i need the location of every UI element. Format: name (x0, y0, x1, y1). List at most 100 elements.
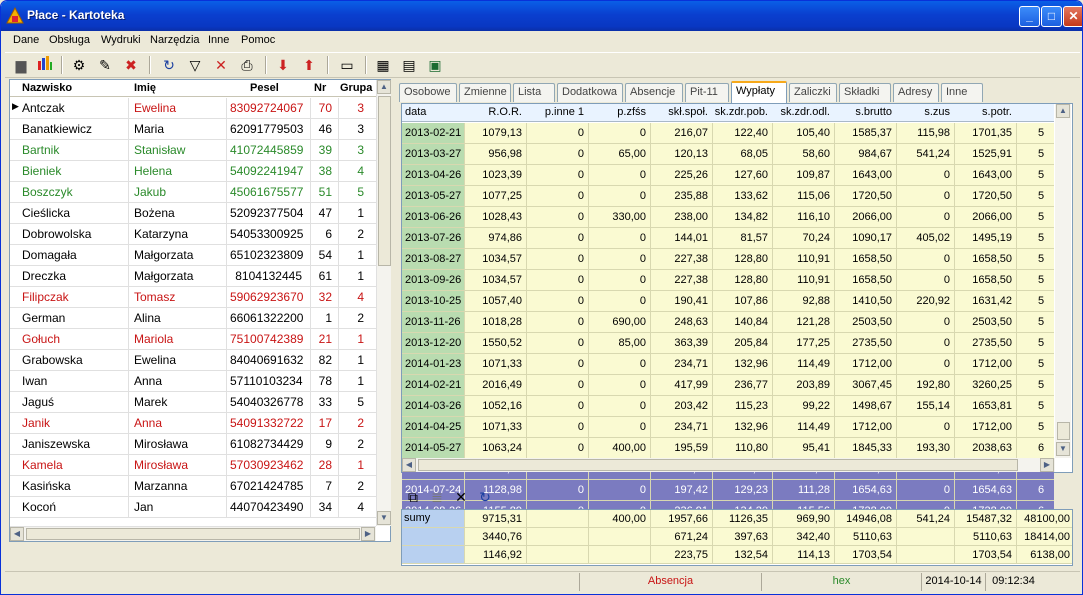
table-row[interactable]: Bieniek Helena 54092241947 38 4 (10, 161, 376, 182)
col-header[interactable]: p.zfśs (588, 106, 646, 118)
tab-8[interactable]: Składki (839, 83, 891, 102)
folder-icon[interactable]: ▆ (11, 55, 31, 75)
cancel-icon[interactable]: ✕ (211, 55, 231, 75)
col-imie[interactable]: Imię (134, 82, 156, 94)
edit-icon[interactable]: ✎ (95, 55, 115, 75)
tab-1[interactable]: Zmienne (459, 83, 511, 102)
menu-dane[interactable]: Dane (13, 34, 39, 46)
tab-9[interactable]: Adresy (893, 83, 939, 102)
table-row[interactable]: Gołuch Mariola 75100742389 21 1 (10, 329, 376, 350)
table-row[interactable]: Antczak Ewelina 83092724067 70 3 ▶ (10, 98, 376, 119)
tab-5[interactable]: Pit-11 (685, 83, 729, 102)
table-row[interactable]: Dreczka Małgorzata 8104132445 61 1 (10, 266, 376, 287)
close-button[interactable]: ✕ (1063, 6, 1082, 27)
table-row[interactable]: Janik Anna 54091332722 17 2 (10, 413, 376, 434)
col-header[interactable]: R.O.R. (464, 106, 522, 118)
scroll-down-button[interactable]: ▼ (1056, 442, 1070, 456)
table-row[interactable]: Jaguś Marek 54040326778 33 5 (10, 392, 376, 413)
scroll-right-button[interactable]: ▶ (361, 527, 375, 541)
scroll-thumb[interactable] (26, 528, 360, 540)
list-icon[interactable]: ≣ (427, 487, 447, 507)
print-icon[interactable]: ⎙ (237, 55, 257, 75)
col-nazwisko[interactable]: Nazwisko (22, 82, 72, 94)
col-grupa[interactable]: Grupa (340, 82, 372, 94)
refresh-icon[interactable]: ↻ (475, 487, 495, 507)
menu-wydruki[interactable]: Wydruki (101, 34, 141, 46)
menu-inne[interactable]: Inne (208, 34, 229, 46)
scroll-left-button[interactable]: ◀ (10, 527, 24, 541)
tree-icon[interactable]: ⧉ (403, 487, 423, 507)
table-row[interactable]: Kocoń Jan 44070423490 34 4 (10, 497, 376, 518)
scroll-thumb[interactable] (378, 96, 391, 266)
table-row[interactable]: Filipczak Tomasz 59062923670 32 4 (10, 287, 376, 308)
table-row[interactable]: Kamela Mirosława 57030923462 28 1 (10, 455, 376, 476)
table-row[interactable]: 2013-02-21 1079,13 0 0 216,07 122,40 105,40 158… (402, 123, 1054, 144)
table-row[interactable]: 2014-03-26 1052,16 0 0 203,42 115,23 99,22 1498… (402, 396, 1054, 417)
table-row[interactable]: 2014-05-27 1063,24 0 400,00 195,59 110,80 95,4… (402, 438, 1054, 459)
scroll-up-button[interactable]: ▲ (377, 80, 391, 94)
table-row[interactable]: Cieślicka Bożena 52092377504 47 1 (10, 203, 376, 224)
col-header[interactable]: sk.zdr.odl. (772, 106, 830, 118)
maximize-button[interactable]: □ (1041, 6, 1062, 27)
tab-0[interactable]: Osobowe (399, 83, 457, 102)
chart-icon[interactable] (35, 55, 55, 75)
horizontal-scrollbar[interactable]: ◀ ▶ (10, 526, 376, 541)
table-row[interactable]: Kasińska Marzanna 67021424785 7 2 (10, 476, 376, 497)
col-header[interactable]: data (405, 106, 463, 118)
table-row[interactable]: Grabowska Ewelina 84040691632 82 1 (10, 350, 376, 371)
table-row[interactable]: 2013-10-25 1057,40 0 0 190,41 107,86 92,88 1410… (402, 291, 1054, 312)
horizontal-scrollbar[interactable]: ◀ ▶ (402, 458, 1055, 472)
delete-icon[interactable]: ✖ (121, 55, 141, 75)
menu-pomoc[interactable]: Pomoc (241, 34, 275, 46)
scroll-right-button[interactable]: ▶ (1040, 458, 1054, 472)
col-header[interactable]: s.potr. (954, 106, 1012, 118)
title-bar[interactable]: Płace - Kartoteka _ □ ✕ (1, 1, 1082, 31)
table-row[interactable]: 2014-02-21 2016,49 0 0 417,99 236,77 203,89 306… (402, 375, 1054, 396)
delete-icon[interactable]: ✕ (451, 487, 471, 507)
tab-7[interactable]: Zaliczki (789, 83, 837, 102)
table-row[interactable]: 2013-12-20 1550,52 0 85,00 363,39 205,84 177,2… (402, 333, 1054, 354)
settings-icon[interactable]: ⚙ (69, 55, 89, 75)
col-nr[interactable]: Nr (314, 82, 326, 94)
scroll-thumb[interactable] (418, 459, 1018, 471)
table-row[interactable]: Janiszewska Mirosława 61082734429 9 2 (10, 434, 376, 455)
scroll-thumb[interactable] (1057, 422, 1070, 440)
table-row[interactable]: 2013-09-26 1034,57 0 0 227,38 128,80 110,91 165… (402, 270, 1054, 291)
menu-narzedzia[interactable]: Narzędzia (150, 34, 200, 46)
refresh-icon[interactable]: ↻ (159, 55, 179, 75)
vertical-scrollbar[interactable]: ▲ ▼ (376, 80, 391, 526)
table-row[interactable]: German Alina 66061322200 1 2 (10, 308, 376, 329)
table-row[interactable]: 2013-03-27 956,98 0 65,00 120,13 68,05 58,60 98… (402, 144, 1054, 165)
table-row[interactable]: 2014-04-25 1071,33 0 0 234,71 132,96 114,49 171… (402, 417, 1054, 438)
table-row[interactable]: 2013-04-26 1023,39 0 0 225,26 127,60 109,87 164… (402, 165, 1054, 186)
calendar-icon[interactable]: ▤ (399, 55, 419, 75)
tab-3[interactable]: Dodatkowa (557, 83, 623, 102)
calculator-icon[interactable]: ▦ (373, 55, 393, 75)
col-pesel[interactable]: Pesel (250, 82, 279, 94)
filter-icon[interactable]: ▽ (185, 55, 205, 75)
col-header[interactable]: s.brutto (834, 106, 892, 118)
table-row[interactable]: 2013-08-27 1034,57 0 0 227,38 128,80 110,91 165… (402, 249, 1054, 270)
col-header[interactable]: s.zus (896, 106, 950, 118)
up-arrow-icon[interactable]: ⬆ (299, 55, 319, 75)
menu-obsluga[interactable]: Obsługa (49, 34, 90, 46)
table-row[interactable]: 2013-07-26 974,86 0 0 144,01 81,57 70,24 1090,1… (402, 228, 1054, 249)
vertical-scrollbar[interactable]: ▲ ▼ (1055, 104, 1071, 458)
down-arrow-icon[interactable]: ⬇ (273, 55, 293, 75)
scroll-down-button[interactable]: ▼ (377, 511, 391, 525)
monitor-icon[interactable]: ▭ (337, 55, 357, 75)
table-row[interactable]: Boszczyk Jakub 45061675577 51 5 (10, 182, 376, 203)
table-row[interactable]: 2013-11-26 1018,28 0 690,00 248,63 140,84 121,… (402, 312, 1054, 333)
table-row[interactable]: Dobrowolska Katarzyna 54053300925 6 2 (10, 224, 376, 245)
table-row[interactable]: 2014-01-23 1071,33 0 0 234,71 132,96 114,49 171… (402, 354, 1054, 375)
table-row[interactable]: Bartnik Stanisław 41072445859 39 3 (10, 140, 376, 161)
table-row[interactable]: Iwan Anna 57110103234 78 1 (10, 371, 376, 392)
table-row[interactable]: 2013-06-26 1028,43 0 330,00 238,00 134,82 116,… (402, 207, 1054, 228)
tab-6[interactable]: Wypłaty (731, 81, 787, 103)
tab-2[interactable]: Lista (513, 83, 555, 102)
col-header[interactable]: skł.społ. (650, 106, 708, 118)
scroll-left-button[interactable]: ◀ (402, 458, 416, 472)
table-row[interactable]: Banatkiewicz Maria 62091779503 46 3 (10, 119, 376, 140)
col-header[interactable]: p.inne 1 (526, 106, 584, 118)
tab-4[interactable]: Absencje (625, 83, 683, 102)
